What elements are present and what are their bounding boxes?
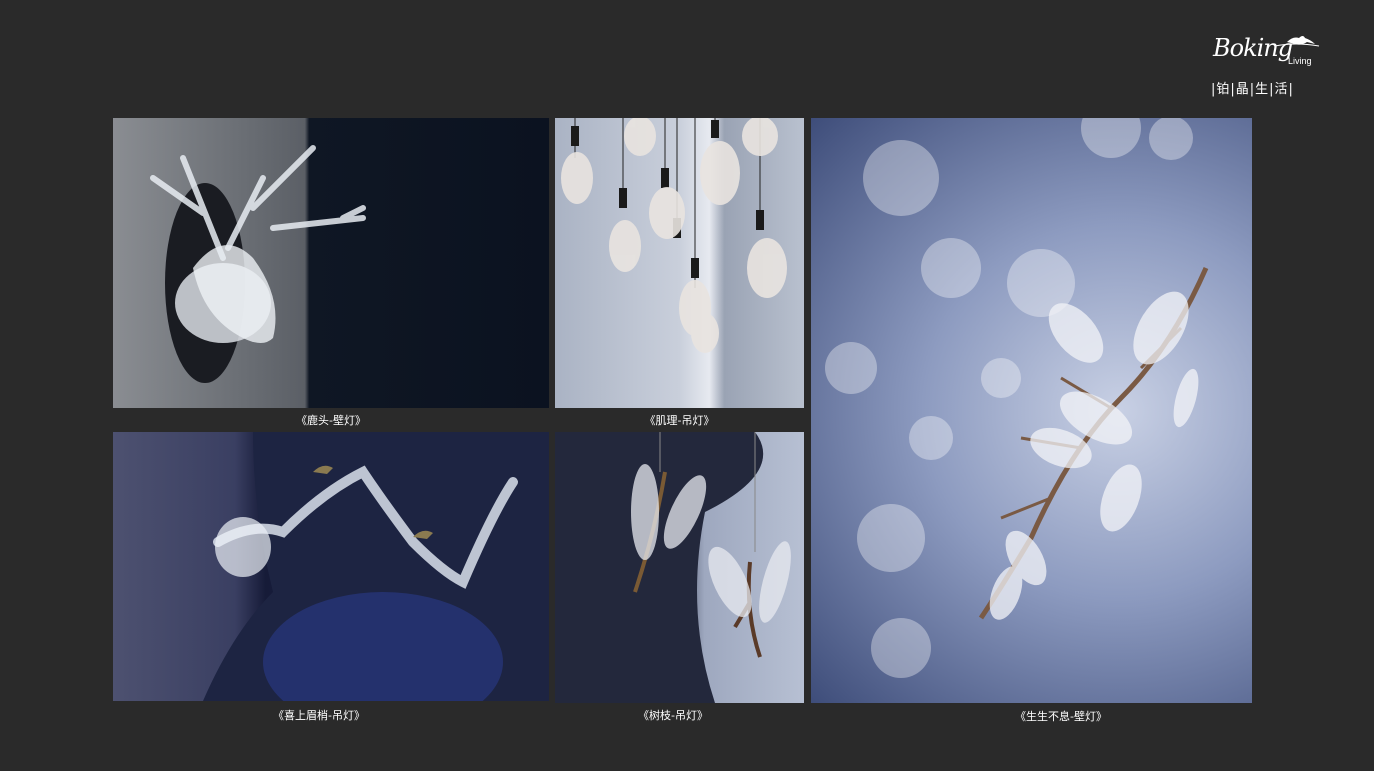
page: Boking Living |铂|晶|生|活| 《鹿头-壁灯》 《肌理-吊灯》 … (0, 0, 1374, 771)
caption-deer: 《鹿头-壁灯》 (296, 414, 366, 427)
photo-magpie-pendant (113, 432, 549, 701)
brand-script: Boking (1213, 34, 1293, 62)
brand-sub: Living (1288, 56, 1312, 66)
photo-deer-wall-lamp (113, 118, 549, 408)
caption-branch-wall: 《生生不息-壁灯》 (1015, 710, 1107, 723)
photo-texture-pendant (555, 118, 804, 408)
photo-branch-wall-lamp (811, 118, 1252, 703)
brand-chinese: |铂|晶|生|活| (1211, 82, 1294, 97)
photo-twig-pendant (555, 432, 804, 703)
caption-texture: 《肌理-吊灯》 (644, 414, 715, 427)
brand-logo: Boking Living |铂|晶|生|活| (1205, 28, 1325, 98)
caption-twig: 《树枝-吊灯》 (638, 709, 708, 722)
caption-magpie: 《喜上眉梢-吊灯》 (273, 709, 365, 722)
